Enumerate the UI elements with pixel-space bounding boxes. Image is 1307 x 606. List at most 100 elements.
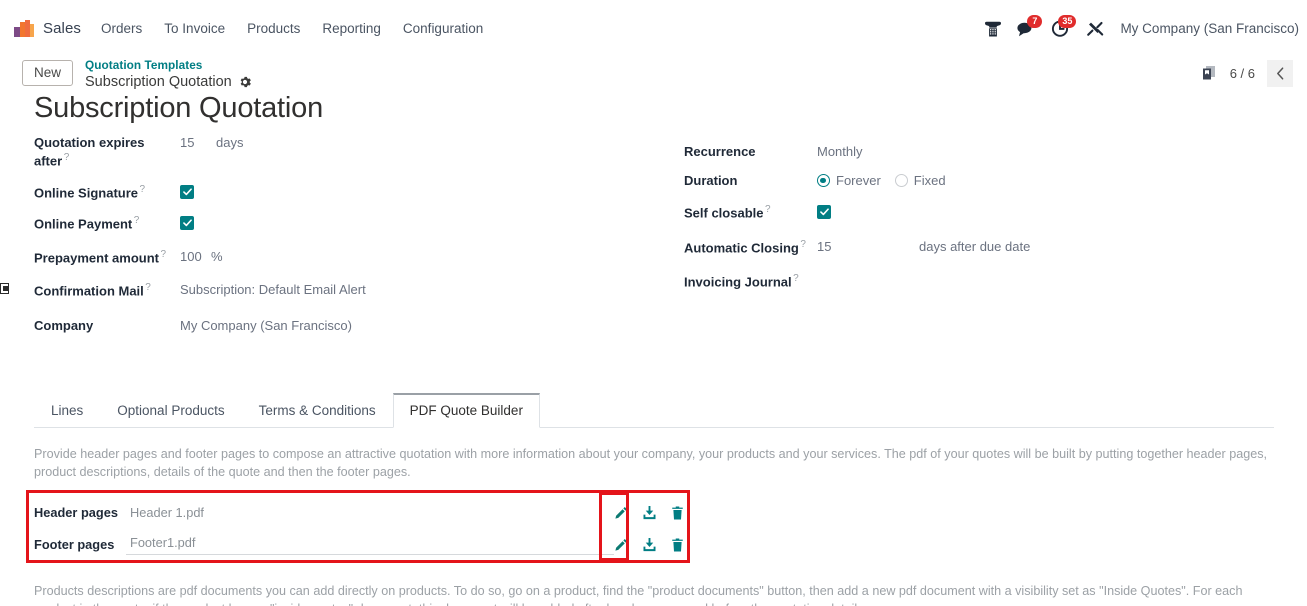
field-prepayment-amount: Prepayment amount? 100 % [34, 247, 644, 266]
field-self-closable: Self closable? [684, 202, 1244, 221]
footer-pages-file[interactable]: Footer1.pdf [126, 535, 614, 555]
tab-pane-pdf-quote-builder: Provide header pages and footer pages to… [26, 428, 1274, 606]
menu-configuration[interactable]: Configuration [403, 21, 483, 36]
field-label: Quotation expires after? [34, 135, 145, 169]
radio-forever-label[interactable]: Forever [836, 172, 881, 189]
field-value [180, 182, 194, 199]
intro-paragraph: Provide header pages and footer pages to… [34, 447, 1268, 479]
confirmation-mail-value[interactable]: Subscription: Default Email Alert [180, 280, 366, 298]
field-label: Recurrence [684, 144, 756, 159]
field-label: Prepayment amount? [34, 248, 167, 265]
messages-chat-icon[interactable]: 7 [1010, 14, 1044, 43]
download-icon[interactable] [642, 537, 657, 552]
activities-clock-icon[interactable]: 35 [1044, 14, 1078, 43]
help-tooltip-icon[interactable]: ? [793, 273, 799, 284]
sales-bars-icon [14, 20, 34, 37]
field-value: Forever Fixed [817, 171, 960, 189]
control-panel: New Quotation Templates Subscription Quo… [0, 53, 1307, 93]
help-tooltip-icon[interactable]: ? [134, 215, 140, 226]
control-panel-right: 6 / 6 [1200, 59, 1297, 87]
help-tooltip-icon[interactable]: ? [800, 239, 806, 250]
gear-icon[interactable] [239, 76, 251, 88]
recurrence-value[interactable]: Monthly [817, 142, 863, 160]
breadcrumb-current-wrap: Subscription Quotation [85, 74, 251, 90]
field-invoicing-journal: Invoicing Journal? [684, 271, 1244, 290]
field-label: Automatic Closing? [684, 238, 806, 256]
help-tooltip-icon[interactable]: ? [140, 184, 146, 195]
header-pages-row: Header pages Header 1.pdf [34, 497, 694, 529]
notebook-tabs: Lines Optional Products Terms & Conditio… [34, 393, 1274, 428]
field-confirmation-mail: Confirmation Mail? Subscription: Default… [34, 280, 644, 299]
products-paragraph: Products descriptions are pdf documents … [34, 583, 1243, 606]
field-recurrence: Recurrence Monthly [684, 142, 1244, 160]
help-tooltip-icon[interactable]: ? [64, 152, 70, 163]
field-value: 15 days after due date [817, 237, 1030, 255]
menu-orders[interactable]: Orders [101, 21, 142, 36]
quotation-expires-input[interactable]: 15 [180, 134, 206, 151]
self-closable-checkbox[interactable] [817, 205, 831, 220]
duration-radio-forever[interactable]: Forever [817, 172, 895, 189]
duration-radio-fixed[interactable]: Fixed [894, 172, 960, 189]
field-label: Company [34, 317, 94, 333]
field-suffix: % [211, 248, 223, 264]
systray: 7 35 My Company (San Francisco) [976, 14, 1299, 43]
field-value: 15 days [180, 133, 243, 151]
field-online-payment: Online Payment? [34, 213, 644, 232]
download-icon[interactable] [642, 505, 657, 520]
trash-icon[interactable] [671, 538, 684, 552]
automatic-closing-input[interactable]: 15 [817, 238, 843, 255]
prepayment-amount-input[interactable]: 100 [180, 248, 206, 265]
help-tooltip-icon[interactable]: ? [145, 282, 151, 293]
online-signature-checkbox[interactable] [180, 184, 194, 199]
help-tooltip-icon[interactable]: ? [765, 204, 771, 215]
record-title: Subscription Quotation [85, 73, 232, 90]
field-value [817, 202, 831, 220]
tab-terms-conditions[interactable]: Terms & Conditions [242, 393, 393, 428]
footer-pages-label: Footer pages [34, 537, 115, 553]
pencil-icon[interactable] [614, 506, 628, 520]
field-suffix: days [216, 135, 244, 150]
menu-reporting[interactable]: Reporting [322, 21, 381, 36]
field-label: Duration [684, 173, 738, 189]
help-tooltip-icon[interactable]: ? [160, 249, 166, 260]
company-value[interactable]: My Company (San Francisco) [180, 316, 352, 334]
field-label: Online Signature? [34, 183, 146, 200]
notebook: Lines Optional Products Terms & Conditio… [26, 393, 1274, 606]
trash-icon[interactable] [671, 506, 684, 520]
user-menu[interactable]: My Company (San Francisco) [1120, 21, 1299, 36]
radio-fixed-input[interactable] [894, 174, 908, 188]
footer-pages-actions [614, 537, 694, 552]
menu-to-invoice[interactable]: To Invoice [164, 21, 225, 36]
field-value: 100 % [180, 247, 223, 265]
menu-products[interactable]: Products [247, 21, 300, 36]
page-title: Subscription Quotation [34, 92, 323, 124]
app-name[interactable]: Sales [43, 20, 81, 37]
pager-previous-button[interactable] [1267, 59, 1293, 87]
header-pages-actions [614, 505, 694, 520]
pencil-icon[interactable] [614, 538, 628, 552]
radio-fixed-label[interactable]: Fixed [914, 172, 946, 189]
field-label: Invoicing Journal? [684, 273, 799, 290]
radio-forever-input[interactable] [817, 174, 830, 188]
breadcrumb: Quotation Templates Subscription Quotati… [85, 56, 251, 90]
messages-badge: 7 [1027, 14, 1043, 28]
voip-phone-icon[interactable] [976, 15, 1010, 43]
pager-value: 6 / 6 [1229, 65, 1255, 81]
tab-pdf-quote-builder[interactable]: PDF Quote Builder [392, 393, 540, 428]
new-button[interactable]: New [22, 59, 74, 87]
header-pages-label: Header pages [34, 505, 118, 521]
online-payment-checkbox[interactable] [180, 216, 194, 231]
debug-tools-icon[interactable] [1078, 15, 1112, 43]
field-online-signature: Online Signature? [34, 182, 644, 201]
form-sheet: Subscription Quotation Quotation expires… [0, 92, 1307, 606]
footer-pages-row: Footer pages Footer1.pdf [34, 529, 694, 561]
tab-optional-products[interactable]: Optional Products [100, 393, 241, 428]
pdf-pages-block: Header pages Header 1.pdf Footer pages F… [26, 489, 694, 563]
tab-lines[interactable]: Lines [34, 393, 100, 428]
breadcrumb-parent[interactable]: Quotation Templates [85, 58, 202, 72]
field-value [180, 213, 194, 231]
header-pages-file[interactable]: Header 1.pdf [126, 505, 614, 520]
duplicate-icon[interactable] [1200, 64, 1218, 82]
form-group-right: Recurrence Monthly Duration Forever Fixe… [684, 133, 1244, 301]
top-navbar: Sales Orders To Invoice Products Reporti… [0, 8, 1307, 49]
